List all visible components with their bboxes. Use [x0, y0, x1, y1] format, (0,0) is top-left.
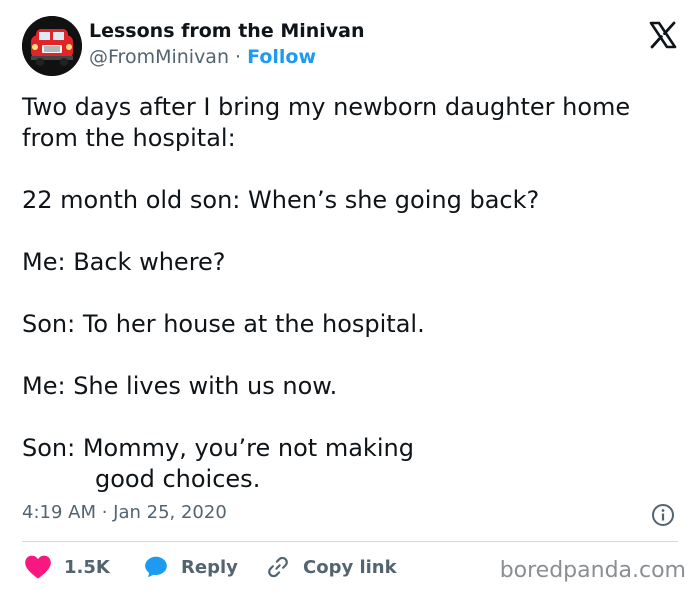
divider: [22, 541, 678, 542]
tweet-text: Two days after I bring my newborn daught…: [22, 92, 682, 495]
author-handle[interactable]: @FromMinivan: [89, 46, 229, 68]
separator-dot: ·: [235, 46, 242, 68]
like-count: 1.5K: [64, 556, 110, 578]
tweet-gap: [22, 278, 682, 309]
heart-icon: [25, 555, 51, 579]
follow-button[interactable]: Follow: [247, 46, 316, 68]
author-name[interactable]: Lessons from the Minivan: [89, 20, 365, 42]
tweet-timestamp[interactable]: 4:19 AM · Jan 25, 2020: [22, 502, 227, 523]
like-button[interactable]: 1.5K: [24, 552, 110, 582]
tweet-gap: [22, 154, 682, 185]
tweet-line: 22 month old son: When’s she going back?: [22, 186, 540, 214]
tweet-line: Me: She lives with us now.: [22, 372, 338, 400]
tweet-line: Me: Back where?: [22, 248, 226, 276]
info-icon[interactable]: [651, 503, 675, 527]
copy-link-label: Copy link: [303, 556, 397, 578]
tweet-line: from the hospital:: [22, 124, 236, 152]
watermark: boredpanda.com: [499, 558, 686, 583]
tweet-line: Two days after I bring my newborn daught…: [22, 93, 631, 121]
reply-button[interactable]: Reply: [143, 552, 238, 582]
tweet-gap: [22, 216, 682, 247]
speech-bubble-icon: [145, 556, 167, 578]
copy-link-button[interactable]: Copy link: [265, 552, 397, 582]
link-icon: [268, 556, 288, 578]
tweet-line: good choices.: [95, 465, 261, 493]
tweet-gap: [22, 340, 682, 371]
minivan-avatar-image: [22, 16, 82, 76]
avatar[interactable]: [22, 16, 82, 76]
reply-label: Reply: [181, 556, 238, 578]
tweet-header: Lessons from the Minivan @FromMinivan · …: [22, 16, 682, 78]
tweet-line: Son: To her house at the hospital.: [22, 310, 425, 338]
x-logo-icon[interactable]: [648, 20, 678, 50]
tweet-line: Son: Mommy, you’re not making: [22, 434, 414, 462]
tweet-gap: [22, 402, 682, 433]
author-handle-line: @FromMinivan · Follow: [89, 46, 316, 68]
